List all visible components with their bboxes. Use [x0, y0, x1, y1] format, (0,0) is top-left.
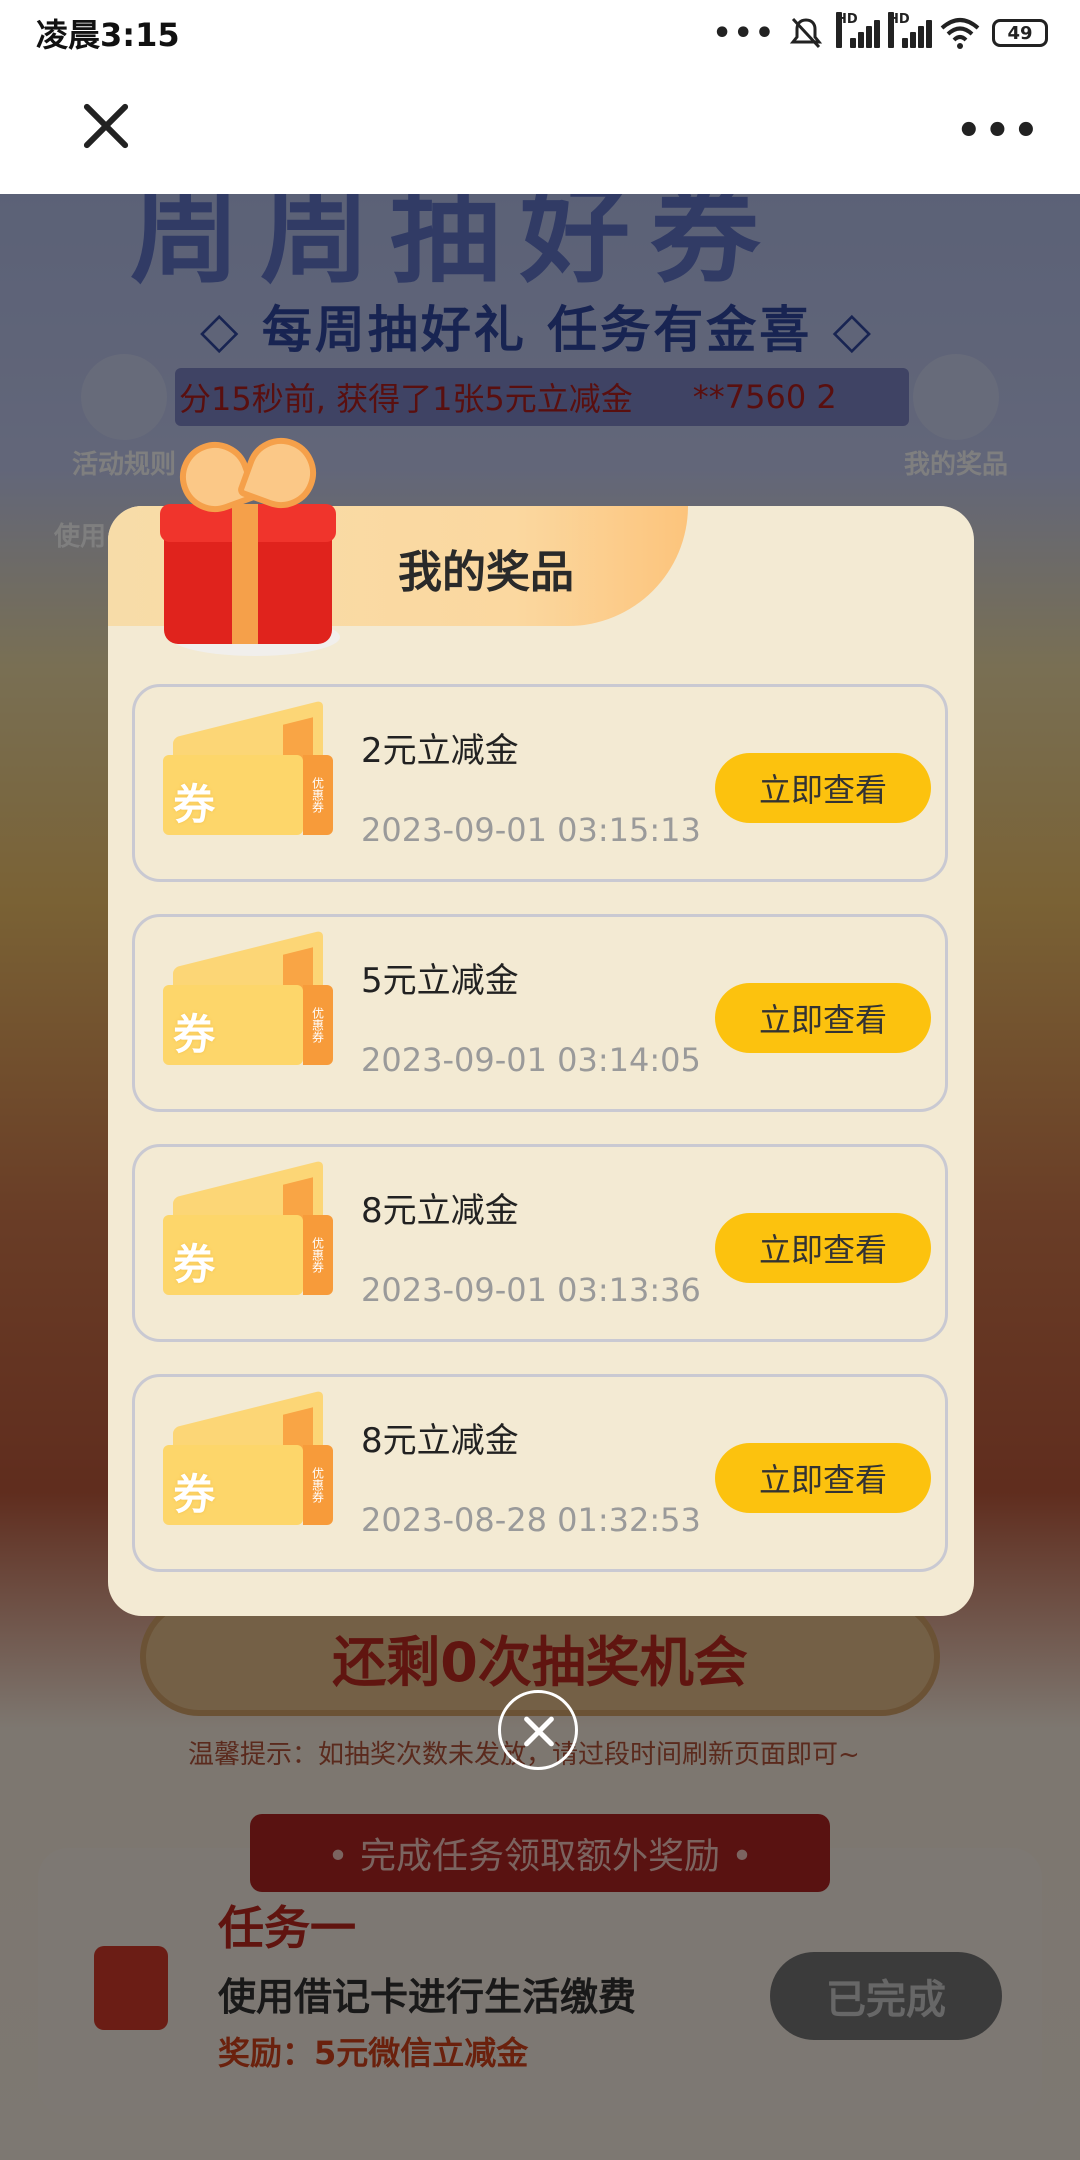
prize-card: 优惠券 券 2元立减金 2023-09-01 03:15:13 立即查看 — [132, 684, 948, 882]
prize-name: 2元立减金 — [361, 731, 519, 771]
prize-card: 优惠券 券 8元立减金 2023-09-01 03:13:36 立即查看 — [132, 1144, 948, 1342]
status-bar: 凌晨3:15 ••• HD HD 49 — [0, 0, 1080, 66]
modal-title: 我的奖品 — [398, 547, 574, 598]
wifi-icon — [940, 18, 980, 49]
prize-time: 2023-09-01 03:14:05 — [361, 1041, 701, 1079]
coupon-icon: 优惠券 券 — [163, 1160, 335, 1299]
prize-name: 5元立减金 — [361, 961, 519, 1001]
view-now-button[interactable]: 立即查看 — [715, 1213, 931, 1283]
coupon-icon: 优惠券 券 — [163, 1390, 335, 1529]
prize-time: 2023-08-28 01:32:53 — [361, 1501, 701, 1539]
view-now-button[interactable]: 立即查看 — [715, 1443, 931, 1513]
modal-close-icon[interactable] — [498, 1690, 578, 1770]
prize-card: 优惠券 券 5元立减金 2023-09-01 03:14:05 立即查看 — [132, 914, 948, 1112]
view-now-button[interactable]: 立即查看 — [715, 983, 931, 1053]
prize-card: 优惠券 券 8元立减金 2023-08-28 01:32:53 立即查看 — [132, 1374, 948, 1572]
hd-label-2: HD — [888, 12, 910, 48]
notification-dots-icon: ••• — [712, 15, 776, 51]
prize-time: 2023-09-01 03:13:36 — [361, 1271, 701, 1309]
prize-name: 8元立减金 — [361, 1421, 519, 1461]
coupon-icon: 优惠券 券 — [163, 700, 335, 839]
my-prizes-modal: 我的奖品 优惠券 券 2元立减金 2023-09-01 03:15:13 立即查… — [108, 506, 974, 1616]
signal-icon: HD — [836, 12, 880, 50]
app-bar: ••• — [0, 66, 1080, 194]
status-time: 凌晨3:15 — [36, 16, 180, 54]
more-icon[interactable]: ••• — [956, 108, 1042, 154]
battery-icon: 49 — [992, 19, 1048, 47]
coupon-icon: 优惠券 券 — [163, 930, 335, 1069]
hd-label: HD — [836, 12, 858, 48]
gift-box-icon — [150, 428, 350, 660]
status-icons: ••• HD HD 49 — [712, 12, 1048, 51]
prize-time: 2023-09-01 03:15:13 — [361, 811, 701, 849]
view-now-button[interactable]: 立即查看 — [715, 753, 931, 823]
signal-icon-2: HD — [888, 12, 932, 50]
close-icon[interactable] — [78, 98, 134, 154]
prize-name: 8元立减金 — [361, 1191, 519, 1231]
mute-icon — [789, 17, 823, 49]
